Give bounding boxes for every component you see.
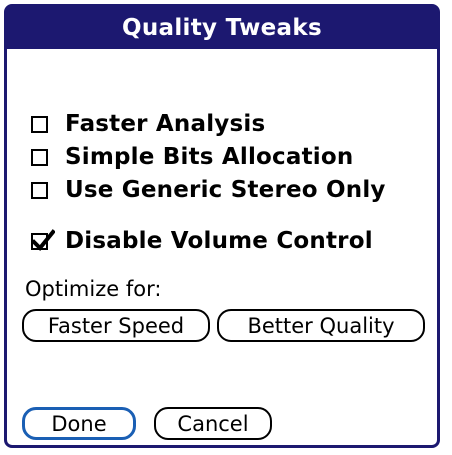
faster-speed-button[interactable]: Faster Speed	[22, 309, 210, 342]
use-generic-stereo-only-checkbox[interactable]	[31, 181, 48, 199]
simple-bits-allocation-label: Simple Bits Allocation	[65, 144, 354, 170]
faster-analysis-label: Faster Analysis	[65, 111, 266, 137]
disable-volume-control-label: Disable Volume Control	[65, 228, 373, 254]
cancel-button[interactable]: Cancel	[154, 407, 272, 440]
better-quality-button[interactable]: Better Quality	[217, 309, 425, 342]
checkmark-icon	[31, 228, 55, 251]
disable-volume-control-option[interactable]: Disable Volume Control	[31, 226, 373, 256]
use-generic-stereo-only-label: Use Generic Stereo Only	[65, 177, 386, 203]
faster-analysis-option[interactable]: Faster Analysis	[31, 109, 265, 139]
quality-tweaks-dialog: Quality Tweaks Faster Analysis Simple Bi…	[4, 4, 440, 448]
done-button[interactable]: Done	[22, 407, 136, 440]
faster-analysis-checkbox[interactable]	[31, 115, 48, 133]
optimize-for-label: Optimize for:	[25, 277, 162, 301]
simple-bits-allocation-checkbox[interactable]	[31, 148, 48, 166]
dialog-title: Quality Tweaks	[7, 7, 437, 49]
disable-volume-control-checkbox[interactable]	[31, 228, 55, 251]
use-generic-stereo-only-option[interactable]: Use Generic Stereo Only	[31, 175, 386, 205]
simple-bits-allocation-option[interactable]: Simple Bits Allocation	[31, 142, 353, 172]
